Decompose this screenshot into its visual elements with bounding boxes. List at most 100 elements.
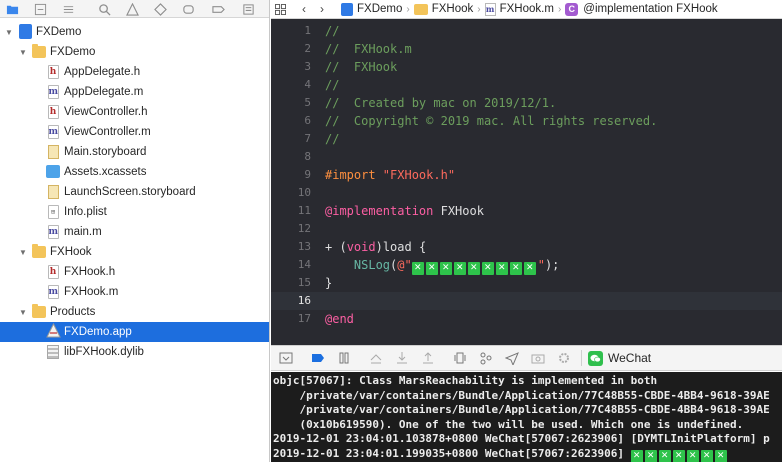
breakpoints-toggle-icon[interactable]: [307, 347, 329, 369]
tree-row[interactable]: FXDemo.app: [0, 322, 269, 342]
camera-icon[interactable]: [527, 347, 549, 369]
tree-row[interactable]: h FXHook.h: [0, 262, 269, 282]
tree-item-label: FXDemo: [36, 26, 82, 38]
code-line[interactable]: 6 // Copyright © 2019 mac. All rights res…: [271, 112, 782, 130]
tree-row[interactable]: libFXHook.dylib: [0, 342, 269, 362]
code-line[interactable]: 14 NSLog(@" ✕ ✕ ✕ ✕ ✕ ✕ ✕ ✕ ✕ ");: [271, 256, 782, 275]
line-number: 12: [297, 222, 311, 235]
code-line[interactable]: 3 // FXHook: [271, 58, 782, 76]
hide-console-icon[interactable]: [275, 347, 297, 369]
pause-icon[interactable]: [333, 347, 355, 369]
related-items-icon[interactable]: [271, 0, 289, 18]
tree-row[interactable]: m main.m: [0, 222, 269, 242]
view-hierarchy-icon[interactable]: [449, 347, 471, 369]
tree-row[interactable]: ▼ FXDemo: [0, 42, 269, 62]
code-token: @end: [325, 312, 354, 326]
tree-item-label: FXHook.h: [64, 266, 116, 278]
breadcrumb-label: FXHook: [431, 3, 474, 15]
code-line[interactable]: 12: [271, 220, 782, 238]
h-file-icon: h: [46, 264, 60, 279]
step-out-icon[interactable]: [417, 347, 439, 369]
folder-icon[interactable]: [4, 1, 20, 17]
code-text: //: [325, 76, 339, 94]
code-line[interactable]: 5 // Created by mac on 2019/12/1.: [271, 94, 782, 112]
code-line[interactable]: 1 //: [271, 22, 782, 40]
code-line[interactable]: 4 //: [271, 76, 782, 94]
test-icon[interactable]: [152, 1, 168, 17]
disclosure-triangle-icon[interactable]: ▼: [18, 247, 28, 257]
process-target[interactable]: WeChat: [588, 350, 651, 366]
console-line: objc[57067]: Class MarsReachability is i…: [273, 374, 657, 388]
tree-item-label: libFXHook.dylib: [64, 346, 144, 358]
breadcrumb-item[interactable]: C @implementation FXHook: [565, 2, 718, 16]
step-over-icon[interactable]: [365, 347, 387, 369]
project-icon: [18, 24, 32, 39]
emoji-placeholder-icon: ✕: [630, 449, 643, 462]
environment-icon[interactable]: [553, 347, 575, 369]
report-icon[interactable]: [240, 1, 256, 17]
tree-row[interactable]: Main.storyboard: [0, 142, 269, 162]
memory-graph-icon[interactable]: [475, 347, 497, 369]
code-line[interactable]: 17 @end: [271, 310, 782, 328]
code-line[interactable]: 13 + (void)load {: [271, 238, 782, 256]
line-number: 8: [304, 150, 311, 163]
breadcrumb-item[interactable]: m FXHook.m: [484, 2, 554, 16]
disclosure-triangle-icon[interactable]: ▼: [18, 47, 28, 57]
code-line[interactable]: 7 //: [271, 130, 782, 148]
code-line[interactable]: 2 // FXHook.m: [271, 40, 782, 58]
breadcrumb-label: @implementation FXHook: [583, 3, 718, 15]
tree-row[interactable]: ▼ FXHook: [0, 242, 269, 262]
tree-row[interactable]: Assets.xcassets: [0, 162, 269, 182]
symbol-icon[interactable]: [60, 1, 76, 17]
tree-row[interactable]: ▼ FXDemo: [0, 22, 269, 42]
code-line[interactable]: 10: [271, 184, 782, 202]
code-line[interactable]: 11 @implementation FXHook: [271, 202, 782, 220]
code-line[interactable]: 15}: [271, 274, 782, 292]
wechat-icon: [588, 350, 603, 366]
tree-row[interactable]: LaunchScreen.storyboard: [0, 182, 269, 202]
forward-icon[interactable]: ›: [313, 0, 331, 18]
tree-row[interactable]: m FXHook.m: [0, 282, 269, 302]
console-line: /private/var/containers/Bundle/Applicati…: [273, 388, 770, 403]
debug-console[interactable]: objc[57067]: Class MarsReachability is i…: [271, 372, 782, 462]
folder-icon: [32, 303, 46, 319]
tree-row[interactable]: m AppDelegate.m: [0, 82, 269, 102]
code-line[interactable]: 16: [271, 292, 782, 310]
tree-row[interactable]: h AppDelegate.h: [0, 62, 269, 82]
line-number: 15: [297, 276, 311, 289]
tree-row[interactable]: h ViewController.h: [0, 102, 269, 122]
tree-item-label: Main.storyboard: [64, 146, 147, 158]
step-into-icon[interactable]: [391, 347, 413, 369]
project-navigator: ▼ FXDemo ▼ FXDemo h AppDelegate.h m AppDelegate…: [0, 0, 270, 462]
breadcrumb-item[interactable]: FXHook: [413, 3, 474, 15]
source-control-icon[interactable]: [32, 1, 48, 17]
console-text: 2019-12-01 23:04:01.103878+0800 WeChat[5…: [273, 432, 770, 445]
debug-icon[interactable]: [180, 1, 196, 17]
line-number: 9: [304, 168, 311, 181]
tree-row[interactable]: ⊞ Info.plist: [0, 202, 269, 222]
back-icon[interactable]: ‹: [295, 0, 313, 18]
tree-row[interactable]: m ViewController.m: [0, 122, 269, 142]
dylib-icon: [46, 344, 60, 359]
code-token: @implementation: [325, 204, 434, 218]
breadcrumb-item[interactable]: FXDemo: [341, 2, 402, 16]
source-editor[interactable]: ‹ › FXDemo › FXHook › m FXHook.m › C @implementa…: [271, 0, 782, 345]
tree-item-label: ViewController.h: [64, 106, 148, 118]
tree-row[interactable]: ▼ Products: [0, 302, 269, 322]
tree-item-label: Info.plist: [64, 206, 107, 218]
storyboard-icon: [46, 184, 60, 199]
console-text: /private/var/containers/Bundle/Applicati…: [273, 388, 770, 402]
code-text: @implementation FXHook: [325, 202, 484, 220]
location-icon[interactable]: [501, 347, 523, 369]
code-line[interactable]: 9 #import "FXHook.h": [271, 166, 782, 184]
folder-icon: [32, 243, 46, 259]
code-token: }: [325, 276, 333, 290]
warning-icon[interactable]: [124, 1, 140, 17]
line-number: 3: [304, 60, 311, 73]
code-line[interactable]: 8: [271, 148, 782, 166]
breakpoint-icon[interactable]: [210, 1, 226, 17]
code-text: + (void)load {: [325, 238, 426, 256]
search-icon[interactable]: [96, 1, 112, 17]
disclosure-triangle-icon[interactable]: ▼: [4, 27, 14, 37]
disclosure-triangle-icon[interactable]: ▼: [18, 307, 28, 317]
